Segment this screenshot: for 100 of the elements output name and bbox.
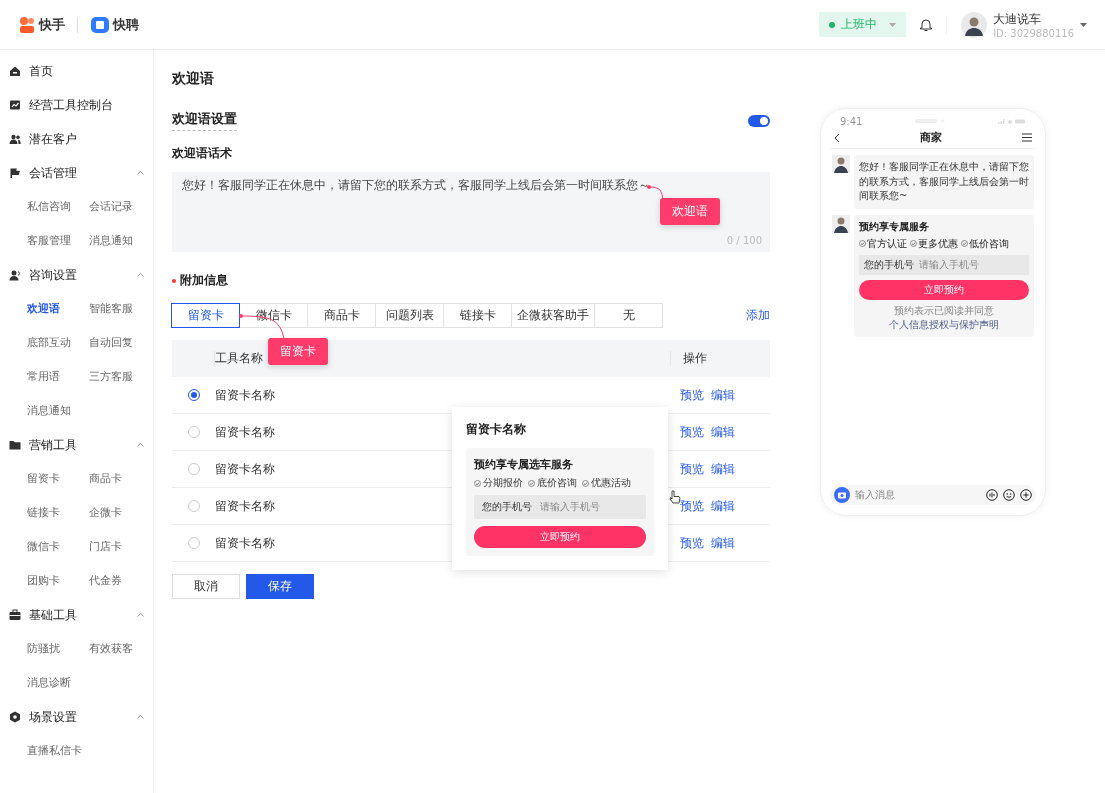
avatar-icon bbox=[961, 11, 988, 38]
chart-icon bbox=[9, 99, 21, 111]
action-link[interactable]: 预览 bbox=[680, 386, 704, 404]
nav-subitem[interactable]: 欢迎语 bbox=[27, 292, 89, 326]
table-cell: 留资卡名称 bbox=[215, 498, 275, 513]
table-cell: 留资卡名称 bbox=[215, 424, 275, 439]
table-cell: 留资卡名称 bbox=[215, 535, 275, 550]
status-time: 9:41 bbox=[840, 115, 863, 127]
user-id: ID: 3029880116 bbox=[993, 27, 1074, 39]
check-circle-icon bbox=[528, 479, 535, 487]
nav-subitem[interactable]: 自动回复 bbox=[89, 326, 151, 360]
signal-icon bbox=[998, 118, 1026, 124]
emoji-icon bbox=[1003, 489, 1015, 501]
required-dot bbox=[172, 278, 176, 283]
tag-label: 分期报价 bbox=[483, 476, 523, 490]
check-circle-icon bbox=[582, 479, 589, 487]
action-link[interactable]: 编辑 bbox=[711, 497, 735, 515]
check-circle-icon bbox=[961, 240, 968, 247]
nav-subitem[interactable]: 团购卡 bbox=[27, 564, 89, 598]
save-button[interactable]: 保存 bbox=[246, 574, 314, 599]
tab[interactable]: 商品卡 bbox=[307, 303, 376, 328]
nav-item[interactable]: 潜在客户 bbox=[0, 122, 153, 156]
avatar-icon bbox=[832, 214, 850, 233]
table-cell: 留资卡名称 bbox=[215, 387, 275, 402]
consent-text: 预约表示已阅读并同意 个人信息授权与保护声明 bbox=[888, 303, 1000, 332]
bell-icon bbox=[920, 18, 933, 31]
chevron-up-icon bbox=[137, 443, 144, 447]
nav-subitem[interactable]: 代金券 bbox=[89, 564, 151, 598]
action-link[interactable]: 编辑 bbox=[711, 386, 735, 404]
book-button[interactable]: 立即预约 bbox=[474, 526, 646, 548]
phone-field[interactable]: 您的手机号 请输入手机号 bbox=[859, 254, 1029, 275]
nav-subitem[interactable]: 商品卡 bbox=[89, 462, 151, 496]
nav-subitem[interactable]: 链接卡 bbox=[27, 496, 89, 530]
toggle-switch[interactable] bbox=[748, 114, 770, 127]
nav-subitem[interactable]: 消息诊断 bbox=[27, 666, 89, 700]
check-circle-icon bbox=[474, 479, 481, 487]
nav-subitem[interactable]: 常用语 bbox=[27, 360, 89, 394]
nav-subitem[interactable]: 三方客服 bbox=[89, 360, 151, 394]
nav-subitem[interactable]: 防骚扰 bbox=[27, 632, 89, 666]
text-area[interactable]: 您好！客服同学正在休息中，请留下您的联系方式，客服同学上线后会第一时间联系您～ 0 / 100 欢迎语 bbox=[172, 172, 770, 252]
nav-subitem[interactable]: 客服管理 bbox=[27, 224, 89, 258]
nav-item[interactable]: 首页 bbox=[0, 54, 153, 88]
chevron-up-icon bbox=[137, 715, 144, 719]
home-icon bbox=[9, 65, 21, 77]
nav-item[interactable]: 场景设置 bbox=[0, 700, 153, 734]
book-button[interactable]: 立即预约 bbox=[859, 279, 1029, 300]
nav-subitem[interactable]: 企微卡 bbox=[89, 496, 151, 530]
annotation-tag: 欢迎语 bbox=[660, 198, 720, 225]
nav-subitem[interactable]: 有效获客 bbox=[89, 632, 151, 666]
nav-subitem[interactable]: 直播私信卡 bbox=[27, 734, 89, 768]
people-icon bbox=[9, 133, 21, 145]
nav-item[interactable]: 基础工具 bbox=[0, 598, 153, 632]
action-link[interactable]: 预览 bbox=[680, 460, 704, 478]
nav-subitem[interactable]: 智能客服 bbox=[89, 292, 151, 326]
chevron-up-icon bbox=[137, 613, 144, 617]
tab[interactable]: 企微获客助手 bbox=[511, 303, 595, 328]
nav-subitem[interactable]: 消息通知 bbox=[27, 394, 89, 428]
chevron-up-icon bbox=[137, 171, 144, 175]
tab[interactable]: 无 bbox=[594, 303, 663, 328]
section-title: 欢迎语设置 bbox=[172, 110, 237, 131]
action-link[interactable]: 预览 bbox=[680, 423, 704, 441]
tab[interactable]: 留资卡 bbox=[171, 303, 240, 328]
action-link[interactable]: 预览 bbox=[680, 497, 704, 515]
voice-icon bbox=[986, 489, 998, 501]
nav-subitem[interactable]: 微信卡 bbox=[27, 530, 89, 564]
plus-icon bbox=[1020, 489, 1032, 501]
column-header: 操作 bbox=[670, 351, 770, 366]
chevron-up-icon bbox=[137, 273, 144, 277]
nav-subitem[interactable]: 底部互动 bbox=[27, 326, 89, 360]
field-label: 欢迎语话术 bbox=[172, 145, 233, 162]
nav-subitem[interactable]: 留资卡 bbox=[27, 462, 89, 496]
nav-item[interactable]: 经营工具控制台 bbox=[0, 88, 153, 122]
action-link[interactable]: 预览 bbox=[680, 534, 704, 552]
tag-label: 更多优惠 bbox=[918, 236, 958, 251]
tag-label: 优惠活动 bbox=[591, 476, 631, 490]
user-name: 大迪说车 bbox=[993, 10, 1043, 28]
check-circle-icon bbox=[910, 240, 917, 247]
nav-item[interactable]: 会话管理 bbox=[0, 156, 153, 190]
caret-icon bbox=[889, 22, 897, 27]
tab[interactable]: 链接卡 bbox=[443, 303, 512, 328]
nav-subitem[interactable]: 门店卡 bbox=[89, 530, 151, 564]
chat-title: 商家 bbox=[920, 130, 942, 145]
card-title: 预约享专属选车服务 bbox=[474, 457, 574, 472]
nav-subitem[interactable]: 会话记录 bbox=[89, 190, 151, 224]
phone-field[interactable]: 您的手机号 请输入手机号 bbox=[474, 495, 646, 519]
nav-subitem[interactable]: 消息通知 bbox=[89, 224, 151, 258]
action-link[interactable]: 编辑 bbox=[711, 534, 735, 552]
action-link[interactable]: 编辑 bbox=[711, 460, 735, 478]
briefcase-icon bbox=[9, 609, 21, 621]
nav-item[interactable]: 咨询设置 bbox=[0, 258, 153, 292]
check-circle-icon bbox=[859, 240, 866, 247]
add-link[interactable]: 添加 bbox=[746, 307, 770, 324]
nav-item[interactable]: 营销工具 bbox=[0, 428, 153, 462]
privacy-link[interactable]: 个人信息授权与保护声明 bbox=[889, 318, 999, 330]
avatar-icon bbox=[832, 155, 850, 173]
action-link[interactable]: 编辑 bbox=[711, 423, 735, 441]
tab[interactable]: 问题列表 bbox=[375, 303, 444, 328]
cancel-button[interactable]: 取消 bbox=[172, 574, 240, 599]
nav-subitem[interactable]: 私信咨询 bbox=[27, 190, 89, 224]
char-counter: 0 / 100 bbox=[726, 235, 762, 246]
